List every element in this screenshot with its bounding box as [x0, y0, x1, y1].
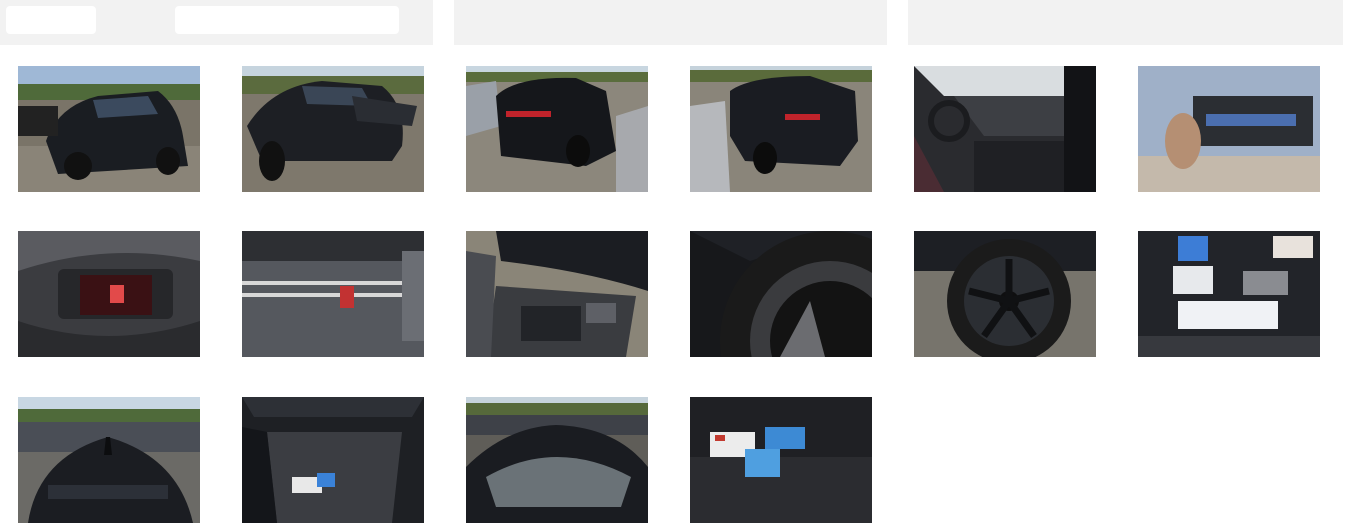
- filter-field-wide[interactable]: [175, 6, 399, 34]
- windshield-vin-label-image: [1138, 66, 1320, 192]
- photo-thumbnail-rear-seat[interactable]: [242, 231, 424, 357]
- trunk-accessories-image: [690, 397, 872, 523]
- photo-thumbnail-car-rear[interactable]: [690, 66, 872, 192]
- rear-seat-image: [242, 231, 424, 357]
- photo-thumbnail-windshield-front[interactable]: [466, 397, 648, 523]
- engine-bay-image: [466, 231, 648, 357]
- photo-gallery-page: [0, 0, 1345, 527]
- car-interior-dashboard-image: [914, 66, 1096, 192]
- photo-thumbnail-car-rear-three-quarter[interactable]: [466, 66, 648, 192]
- photo-thumbnail-car-front-three-quarter[interactable]: [18, 66, 200, 192]
- car-front-side-image: [242, 66, 424, 192]
- photo-thumbnail-trunk-accessories[interactable]: [690, 397, 872, 523]
- photo-thumbnail-car-roof-rear[interactable]: [18, 397, 200, 523]
- filter-bar-middle: [454, 0, 887, 45]
- photo-thumbnail-instrument-cluster[interactable]: [18, 231, 200, 357]
- filter-bar-right: [908, 0, 1343, 45]
- photo-thumbnail-tire-closeup[interactable]: [690, 231, 872, 357]
- filter-bar-left: [0, 0, 433, 45]
- photo-thumbnail-windshield-vin-label[interactable]: [1138, 66, 1320, 192]
- photo-thumbnail-car-interior-dashboard[interactable]: [914, 66, 1096, 192]
- photo-thumbnail-wheel-closeup[interactable]: [914, 231, 1096, 357]
- trunk-documents-image: [1138, 231, 1320, 357]
- windshield-front-image: [466, 397, 648, 523]
- photo-thumbnail-car-front-side[interactable]: [242, 66, 424, 192]
- car-rear-image: [690, 66, 872, 192]
- car-front-three-quarter-image: [18, 66, 200, 192]
- tire-closeup-image: [690, 231, 872, 357]
- car-rear-three-quarter-image: [466, 66, 648, 192]
- filter-field-short[interactable]: [6, 6, 96, 34]
- instrument-cluster-image: [18, 231, 200, 357]
- photo-thumbnail-open-trunk[interactable]: [242, 397, 424, 523]
- photo-thumbnail-trunk-documents[interactable]: [1138, 231, 1320, 357]
- photo-thumbnail-engine-bay[interactable]: [466, 231, 648, 357]
- open-trunk-image: [242, 397, 424, 523]
- wheel-closeup-image: [914, 231, 1096, 357]
- car-roof-rear-image: [18, 397, 200, 523]
